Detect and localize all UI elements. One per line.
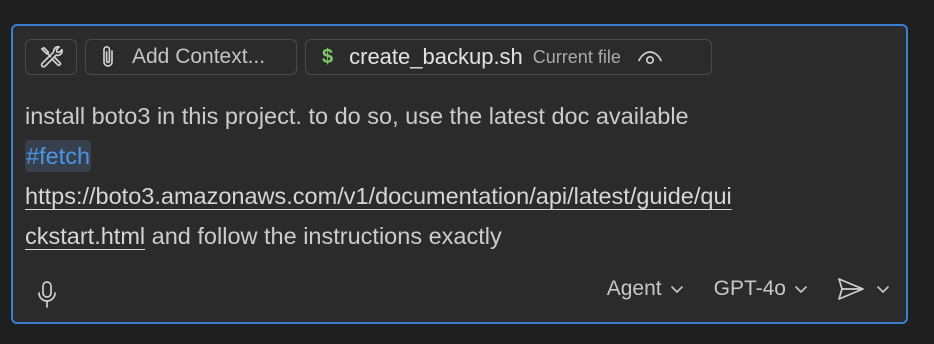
send-icon[interactable] bbox=[836, 276, 866, 302]
mode-label: Agent bbox=[606, 277, 662, 300]
current-file-chip[interactable]: $ create_backup.sh Current file bbox=[305, 39, 712, 75]
prompt-line-2: #fetch bbox=[25, 136, 865, 176]
prompt-line-4-text: and follow the instructions exactly bbox=[145, 223, 502, 249]
chevron-down-icon bbox=[794, 284, 808, 294]
microphone-button[interactable] bbox=[35, 279, 59, 311]
tools-button[interactable] bbox=[25, 39, 77, 75]
input-footer-controls: Agent GPT-4o bbox=[607, 276, 890, 302]
model-label: GPT-4o bbox=[713, 277, 786, 300]
mode-dropdown[interactable]: Agent bbox=[607, 277, 684, 301]
chevron-down-icon[interactable] bbox=[876, 284, 890, 294]
prompt-line-1: install boto3 in this project. to do so,… bbox=[25, 103, 689, 129]
prompt-textarea[interactable]: install boto3 in this project. to do so,… bbox=[25, 96, 865, 256]
send-button-group[interactable] bbox=[836, 276, 890, 302]
chevron-down-icon bbox=[670, 284, 684, 294]
dollar-icon: $ bbox=[322, 45, 334, 68]
model-dropdown[interactable]: GPT-4o bbox=[714, 277, 808, 301]
file-name: create_backup.sh bbox=[349, 44, 523, 69]
add-context-button[interactable]: Add Context... bbox=[85, 39, 297, 75]
prompt-line-3: https://boto3.amazonaws.com/v1/documenta… bbox=[25, 176, 865, 216]
fetch-tag[interactable]: #fetch bbox=[25, 140, 92, 172]
chat-input-panel[interactable]: Add Context... $ create_backup.sh Curren… bbox=[11, 24, 908, 324]
url-link-part-1[interactable]: https://boto3.amazonaws.com/v1/documenta… bbox=[25, 183, 732, 209]
add-context-label: Add Context... bbox=[132, 45, 266, 68]
url-link-part-2[interactable]: ckstart.html bbox=[25, 223, 145, 249]
prompt-line-4: ckstart.html and follow the instructions… bbox=[25, 216, 865, 256]
file-status: Current file bbox=[532, 46, 621, 67]
eye-icon[interactable] bbox=[637, 48, 663, 66]
tools-icon bbox=[38, 44, 64, 70]
microphone-icon bbox=[36, 280, 58, 310]
paperclip-icon bbox=[98, 44, 118, 70]
context-toolbar: Add Context... $ create_backup.sh Curren… bbox=[25, 39, 712, 75]
